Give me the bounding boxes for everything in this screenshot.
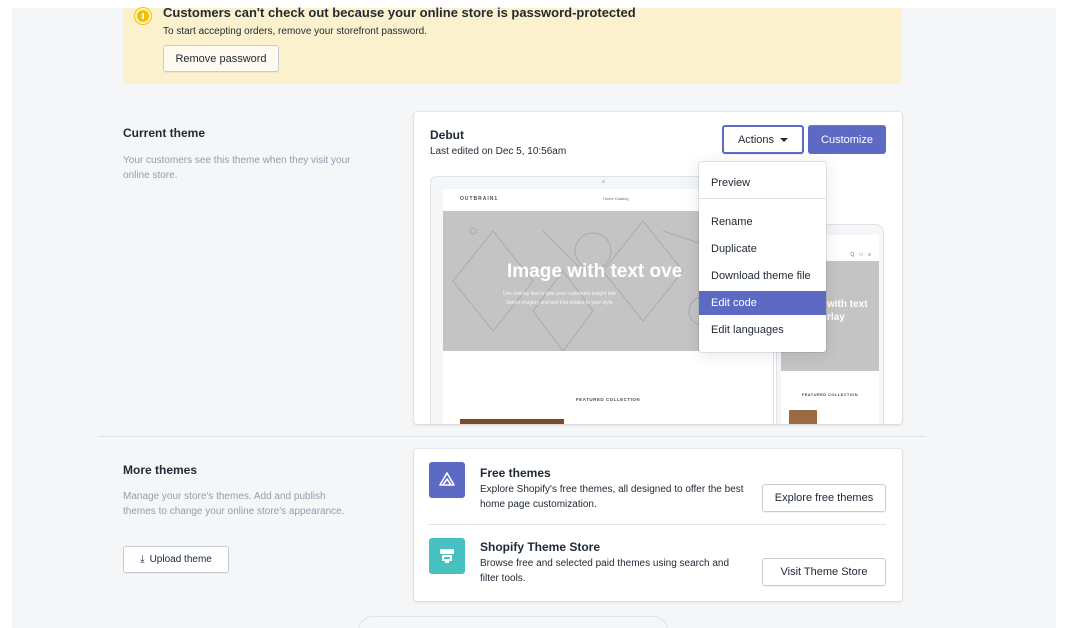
free-themes-description: Explore Shopify's free themes, all desig… [480, 484, 744, 510]
preview-hero-subtitle-line: Use overlay text to give your customers … [503, 291, 616, 297]
current-theme-description: Your customers see this theme when they … [123, 155, 351, 181]
theme-store-description: Browse free and selected paid themes usi… [480, 558, 730, 584]
theme-last-edited: Last edited on Dec 5, 10:56am [430, 146, 567, 157]
password-warning-banner: Customers can't check out because your o… [123, 5, 902, 84]
free-themes-title: Free themes [480, 466, 551, 480]
menu-item-edit-languages[interactable]: Edit languages [699, 318, 826, 342]
upload-theme-label: Upload theme [149, 554, 212, 565]
banner-title: Customers can't check out because your o… [163, 5, 636, 20]
preview-nav-links: Home Catalog [603, 196, 629, 201]
explore-free-themes-button[interactable]: Explore free themes [762, 484, 886, 512]
menu-divider [699, 198, 826, 199]
mobile-nav-icons: Q □ ≡ [850, 252, 873, 258]
mobile-hero-title: rlay [827, 312, 845, 323]
preview-featured-heading: FEATURED COLLECTION [575, 397, 641, 402]
camera-dot-icon [602, 180, 605, 183]
current-theme-card: Debut Last edited on Dec 5, 10:56am Acti… [414, 112, 902, 424]
more-themes-title: More themes [123, 463, 198, 477]
theme-store-title: Shopify Theme Store [480, 540, 601, 554]
more-themes-description: Manage your store's themes. Add and publ… [123, 491, 345, 517]
current-theme-title: Current theme [123, 126, 206, 140]
upload-icon: ⤓ [140, 554, 145, 565]
mobile-product-image [789, 410, 817, 424]
actions-button[interactable]: Actions [722, 125, 804, 154]
caret-down-icon [780, 137, 789, 142]
theme-bag-icon [429, 462, 465, 498]
mobile-featured-heading: FEATURED COLLECTION [801, 392, 859, 397]
banner-text: To start accepting orders, remove your s… [163, 26, 428, 37]
menu-item-duplicate[interactable]: Duplicate [699, 237, 826, 261]
mobile-hero-title: with text [827, 299, 868, 310]
warning-icon [135, 8, 151, 24]
section-divider [98, 436, 926, 437]
preview-hero-subtitle-line: Select imagery and text that relates to … [506, 300, 613, 306]
theme-store-icon [429, 538, 465, 574]
actions-menu: Preview Rename Duplicate Download theme … [699, 162, 826, 352]
preview-logo: OUTBRAIN1 [460, 196, 499, 202]
menu-item-preview[interactable]: Preview [699, 171, 826, 195]
menu-item-edit-code[interactable]: Edit code [699, 291, 826, 315]
customize-button[interactable]: Customize [808, 125, 886, 154]
menu-item-download-theme-file[interactable]: Download theme file [699, 264, 826, 288]
more-themes-card: Free themes Explore Shopify's free theme… [414, 449, 902, 601]
preview-product-image [460, 419, 564, 424]
preview-hero-title: Image with text ove [507, 261, 683, 282]
card-divider [429, 524, 886, 525]
preview-hero-subtitle: Use overlay text to give your customers … [503, 290, 616, 308]
upload-theme-button[interactable]: ⤓ Upload theme [123, 546, 229, 573]
theme-name: Debut [430, 128, 464, 142]
visit-theme-store-button[interactable]: Visit Theme Store [762, 558, 886, 586]
bottom-help-pill [358, 616, 668, 628]
remove-password-button[interactable]: Remove password [163, 45, 279, 72]
menu-item-rename[interactable]: Rename [699, 210, 826, 234]
actions-button-label: Actions [737, 133, 775, 146]
